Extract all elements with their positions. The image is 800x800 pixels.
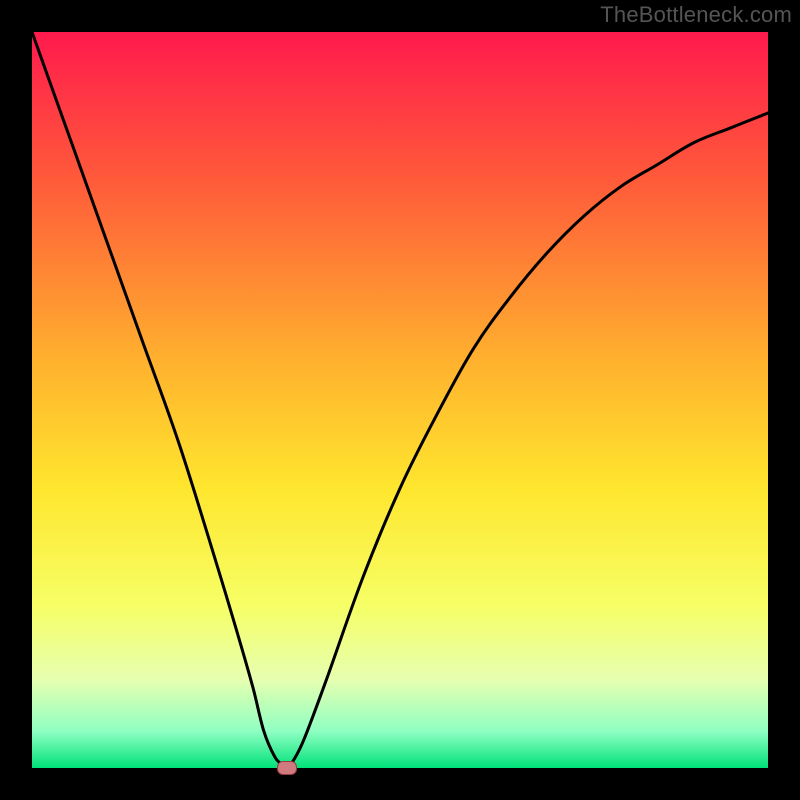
chart-frame: TheBottleneck.com — [0, 0, 800, 800]
plot-svg — [32, 32, 768, 768]
optimal-marker — [277, 761, 297, 775]
gradient-background — [32, 32, 768, 768]
plot-area — [32, 32, 768, 768]
watermark-text: TheBottleneck.com — [600, 2, 792, 28]
